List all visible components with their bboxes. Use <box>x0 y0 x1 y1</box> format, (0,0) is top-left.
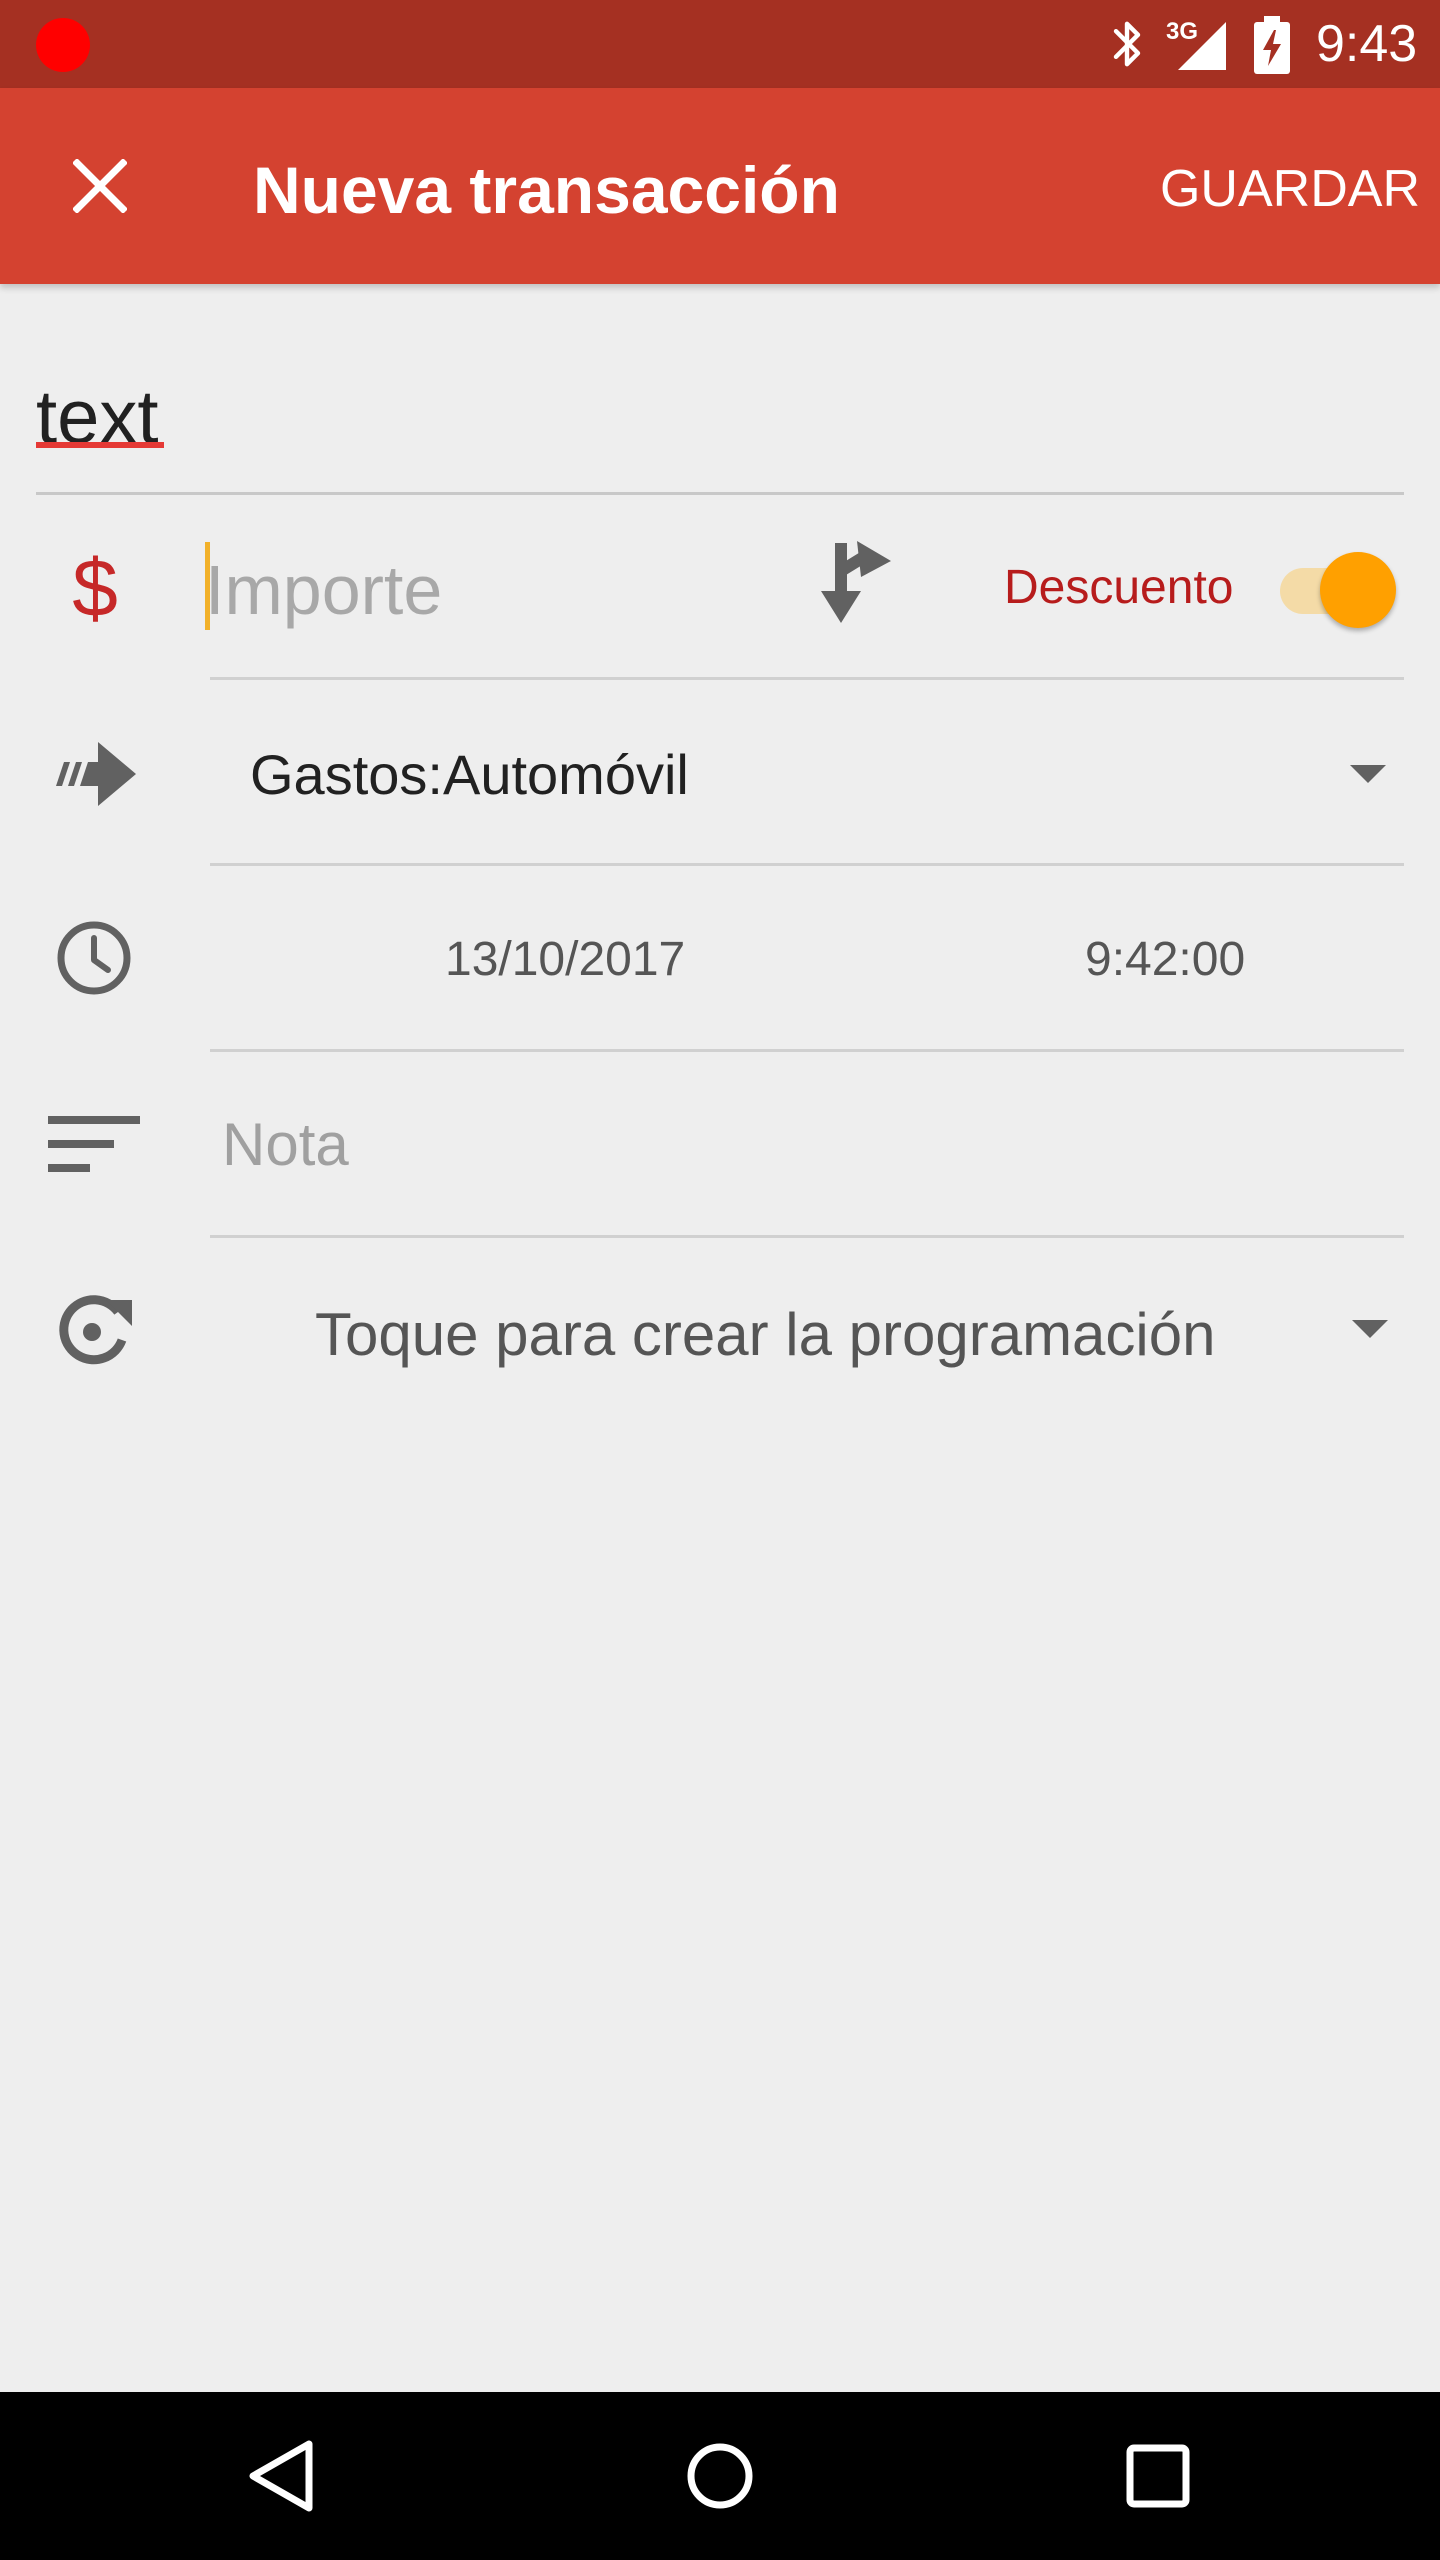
account-divider <box>210 863 1404 866</box>
close-button[interactable] <box>48 134 152 238</box>
battery-charging-icon <box>1254 16 1290 74</box>
home-button[interactable] <box>660 2416 780 2536</box>
spellcheck-underline <box>36 442 164 448</box>
recents-button[interactable] <box>1098 2416 1218 2536</box>
discount-toggle[interactable] <box>1272 546 1402 630</box>
notes-icon <box>48 1116 140 1172</box>
account-select[interactable]: Gastos:Automóvil <box>250 735 1390 815</box>
transfer-arrow-icon <box>56 742 136 806</box>
recurrence-icon <box>59 1295 132 1365</box>
recording-indicator-icon <box>36 18 90 72</box>
close-icon <box>73 159 127 213</box>
signal-icon <box>1178 22 1226 70</box>
bluetooth-icon <box>1113 21 1141 67</box>
clock-icon <box>57 921 131 995</box>
dollar-icon: $ <box>72 543 118 634</box>
recents-icon <box>1126 2444 1190 2508</box>
chevron-down-icon[interactable] <box>1352 1320 1388 1338</box>
home-icon <box>687 2443 753 2509</box>
amount-input[interactable]: Importe <box>205 540 705 640</box>
back-button[interactable] <box>222 2416 342 2536</box>
split-icon[interactable] <box>805 535 905 635</box>
page-title: Nueva transacción <box>253 153 840 227</box>
back-icon <box>249 2440 313 2512</box>
description-value: text <box>36 375 159 460</box>
clock-time: 9:43 <box>1316 15 1418 73</box>
app-toolbar: Nueva transacción GUARDAR <box>0 88 1440 284</box>
description-field[interactable]: text <box>36 360 1404 495</box>
date-picker[interactable]: 13/10/2017 <box>445 920 825 1000</box>
note-input[interactable]: Nota <box>222 1105 1382 1185</box>
save-button[interactable]: GUARDAR <box>1150 154 1420 224</box>
note-divider <box>210 1235 1404 1238</box>
schedule-select[interactable]: Toque para crear la programación <box>315 1290 1315 1380</box>
datetime-divider <box>210 1049 1404 1052</box>
toggle-thumb <box>1320 552 1396 628</box>
currency-symbol: $ <box>40 534 150 644</box>
chevron-down-icon <box>1350 765 1386 783</box>
navigation-bar <box>0 2392 1440 2560</box>
account-value: Gastos:Automóvil <box>250 743 689 806</box>
amount-divider <box>210 677 1404 680</box>
status-bar: 3G 9:43 <box>0 0 1440 88</box>
time-picker[interactable]: 9:42:00 <box>1085 920 1345 1000</box>
discount-label: Descuento <box>1004 561 1234 614</box>
